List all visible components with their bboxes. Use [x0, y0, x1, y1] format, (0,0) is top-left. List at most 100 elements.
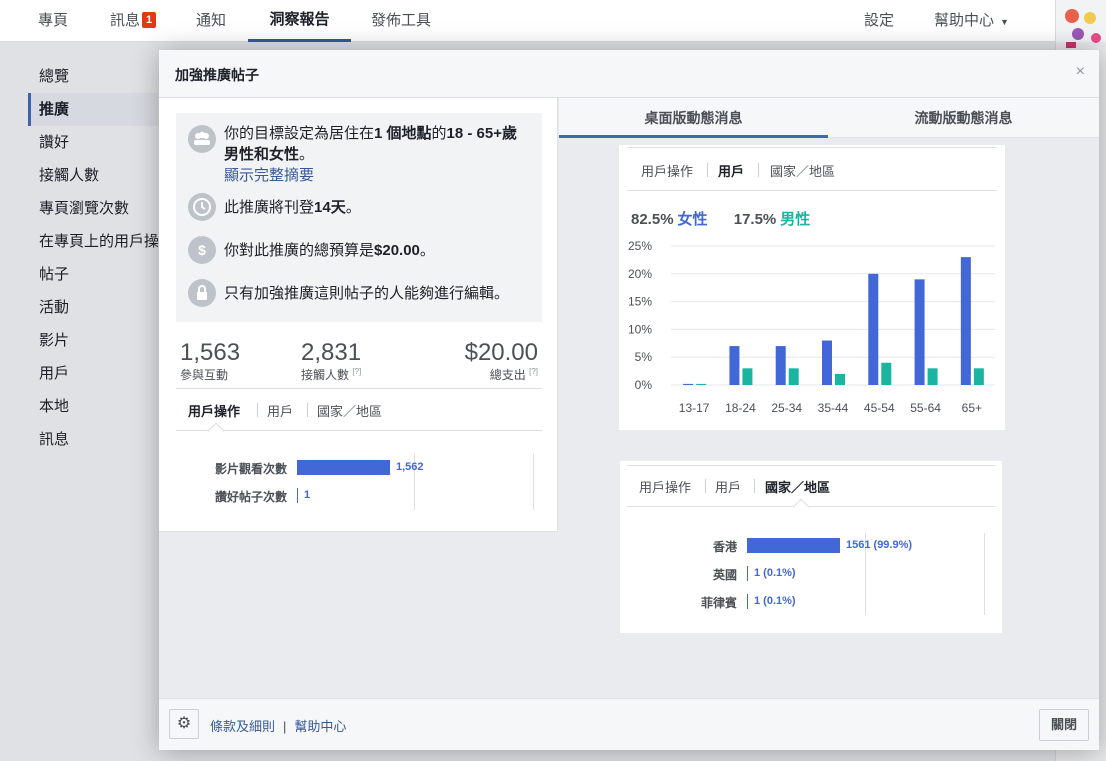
people-icon — [188, 125, 216, 153]
bar — [747, 594, 748, 609]
male-bar[interactable] — [788, 368, 799, 385]
y-tick-label: 5% — [635, 350, 653, 364]
tab-desktop-news-feed[interactable]: 桌面版動態消息 — [559, 98, 828, 138]
male-percent: 17.5% — [733, 211, 777, 228]
chevron-down-icon: ▼ — [1000, 17, 1009, 27]
message-count-badge: 1 — [142, 12, 157, 28]
tab-actions[interactable]: 用戶操作 — [188, 401, 240, 420]
tab-notifications[interactable]: 通知 — [196, 0, 226, 42]
female-bar[interactable] — [729, 346, 740, 385]
female-bar[interactable] — [914, 279, 925, 385]
male-label: 男性 — [780, 211, 811, 228]
gridline — [984, 533, 985, 615]
tab-insights[interactable]: 洞察報告 — [248, 0, 351, 42]
lock-icon — [188, 279, 216, 307]
male-bar[interactable] — [927, 368, 938, 385]
spend-value: $20.00 — [464, 339, 538, 366]
dialog-header: 加強推廣帖子 × — [159, 50, 1099, 98]
male-bar[interactable] — [973, 368, 984, 385]
bar-label: 英國 — [712, 568, 737, 582]
y-tick-label: 10% — [628, 322, 652, 336]
tab-people[interactable]: 用戶 — [715, 477, 741, 496]
people-breakdown-card: 用戶操作 用戶 國家／地區 82.5% 女性 17.5% 男性 0% 5% 10% 15%… — [619, 145, 1005, 430]
help-center-label: 幫助中心 — [934, 12, 995, 29]
feed-tabs: 桌面版動態消息 流動版動態消息 — [559, 98, 1099, 138]
settings-link[interactable]: 設定 — [864, 0, 894, 42]
tab-messages[interactable]: 訊息 1 — [110, 0, 157, 42]
clock-icon — [188, 193, 216, 221]
female-percent: 82.5% — [631, 211, 674, 228]
x-tick-label: 65+ — [962, 401, 982, 415]
tab-publishing-tools[interactable]: 發佈工具 — [371, 0, 431, 42]
link-separator: | — [283, 719, 287, 734]
y-tick-label: 20% — [628, 267, 652, 281]
tab-separator — [307, 403, 308, 417]
country-breakdown-card: 用戶操作 用戶 國家／地區 香港 1561 (99.9%) 英國 1 (0.1%) 菲律… — [620, 461, 1002, 633]
tab-country[interactable]: 國家／地區 — [765, 477, 830, 496]
tab-mobile-news-feed[interactable]: 流動版動態消息 — [828, 98, 1099, 138]
x-tick-label: 18-24 — [725, 401, 756, 415]
female-bar[interactable] — [775, 346, 786, 385]
tab-underline — [627, 506, 995, 507]
settings-button[interactable]: ⚙ — [169, 709, 199, 739]
female-label: 女性 — [677, 211, 708, 228]
bar — [747, 538, 840, 553]
spend-stat: $20.00 總支出 [?] — [465, 340, 538, 383]
male-bar[interactable] — [742, 368, 753, 385]
bar-row: 香港 1561 (99.9%) — [640, 536, 950, 556]
dollar-icon: $ — [188, 236, 216, 264]
bar — [297, 460, 390, 475]
help-center-link[interactable]: 幫助中心 — [294, 719, 346, 734]
tab-messages-label: 訊息 — [110, 12, 141, 29]
reach-stat: 2,831 接觸人數 [?] — [301, 340, 361, 383]
y-tick-label: 25% — [628, 239, 652, 253]
tab-actions[interactable]: 用戶操作 — [639, 477, 691, 496]
close-button[interactable]: 關閉 — [1039, 709, 1089, 741]
gear-icon: ⚙ — [176, 715, 192, 732]
audience-text: 你的目標設定為居住在1 個地點的18 - 65+歲 男性和女性。 顯示完整摘要 — [224, 125, 518, 184]
show-full-summary-link[interactable]: 顯示完整摘要 — [224, 167, 314, 184]
tab-actions[interactable]: 用戶操作 — [641, 161, 693, 180]
targeting-summary: 你的目標設定為居住在1 個地點的18 - 65+歲 男性和女性。 顯示完整摘要 此… — [176, 113, 542, 322]
tab-people[interactable]: 用戶 — [267, 401, 293, 420]
active-tab-pointer — [207, 422, 225, 440]
y-tick-label: 0% — [635, 378, 653, 392]
tab-underline — [176, 430, 542, 431]
bar-row: 讚好帖子次數 1 — [179, 486, 500, 506]
bar — [747, 566, 748, 581]
engagement-stat: 1,563 參與互動 — [180, 340, 240, 383]
female-bar[interactable] — [868, 273, 879, 385]
tab-country[interactable]: 國家／地區 — [317, 401, 382, 420]
male-bar[interactable] — [835, 373, 845, 385]
x-tick-label: 35-44 — [818, 401, 849, 415]
reach-help-icon[interactable]: [?] — [352, 367, 361, 376]
x-tick-label: 13-17 — [679, 401, 710, 415]
tab-separator — [257, 403, 258, 417]
male-bar[interactable] — [881, 362, 892, 385]
female-bar[interactable] — [960, 257, 971, 385]
bar-label: 菲律賓 — [700, 596, 737, 610]
close-icon[interactable]: × — [1076, 63, 1085, 81]
bar-value: 1561 (99.9%) — [846, 539, 913, 551]
help-center-menu[interactable]: 幫助中心 ▼ — [934, 0, 1009, 42]
tab-separator — [758, 163, 759, 177]
bar-row: 英國 1 (0.1%) — [640, 564, 950, 584]
spend-help-icon[interactable]: [?] — [529, 367, 538, 376]
female-bar[interactable] — [683, 383, 694, 385]
promotion-summary-panel: 你的目標設定為居住在1 個地點的18 - 65+歲 男性和女性。 顯示完整摘要 此… — [159, 98, 558, 532]
terms-link[interactable]: 條款及細則 — [210, 719, 275, 734]
male-bar[interactable] — [696, 383, 707, 385]
tab-separator — [707, 163, 708, 177]
reach-label: 接觸人數 [?] — [301, 367, 362, 382]
tab-people[interactable]: 用戶 — [718, 161, 744, 180]
x-tick-label: 55-64 — [910, 401, 941, 415]
female-bar[interactable] — [822, 340, 832, 385]
x-tick-label: 45-54 — [864, 401, 895, 415]
spend-label: 總支出 [?] — [489, 367, 538, 382]
bar-value: 1 — [304, 489, 311, 501]
dialog-footer: ⚙ 條款及細則 | 幫助中心 關閉 — [159, 698, 1099, 750]
bar — [297, 488, 298, 503]
bar-value: 1,562 — [396, 461, 424, 473]
tab-page[interactable]: 專頁 — [38, 0, 68, 42]
tab-country[interactable]: 國家／地區 — [770, 161, 835, 180]
